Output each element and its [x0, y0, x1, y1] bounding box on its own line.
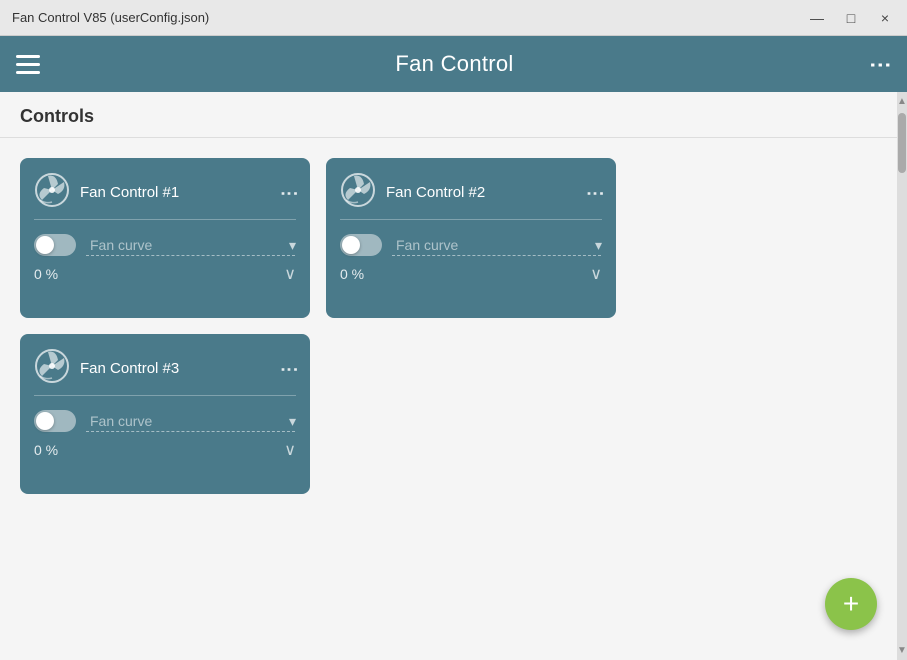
- app-header: Fan Control ⋮: [0, 36, 907, 92]
- expand-button-2[interactable]: ∨: [590, 264, 602, 284]
- card-title-3: Fan Control #3: [80, 360, 272, 377]
- card-menu-button-3[interactable]: ⋮: [282, 359, 296, 379]
- hamburger-line: [16, 63, 40, 66]
- fan-card-1: Fan Control #1 ⋮ Fan curve ▾ 0 % ∨: [20, 158, 310, 318]
- scroll-down-arrow[interactable]: ▼: [895, 643, 907, 658]
- toggle-thumb-3: [36, 412, 54, 430]
- card-control-row-3: Fan curve ▾: [34, 410, 296, 432]
- card-header-2: Fan Control #2 ⋮: [340, 172, 602, 220]
- toggle-thumb-1: [36, 236, 54, 254]
- fan-speed-icon-1: [34, 172, 70, 213]
- header-more-button[interactable]: ⋮: [869, 52, 891, 76]
- dropdown-arrow-2: ▾: [595, 237, 602, 254]
- content-wrapper: Controls Fan Control #1 ⋮ Fan curve ▾ 0 …: [0, 92, 907, 660]
- window-controls: — □ ×: [807, 10, 895, 26]
- minimize-button[interactable]: —: [807, 10, 827, 26]
- toggle-switch-3[interactable]: [34, 410, 76, 432]
- card-menu-button-1[interactable]: ⋮: [282, 183, 296, 203]
- maximize-button[interactable]: □: [841, 10, 861, 26]
- scroll-up-arrow[interactable]: ▲: [895, 94, 907, 109]
- cards-grid: Fan Control #1 ⋮ Fan curve ▾ 0 % ∨ Fan C…: [0, 148, 897, 504]
- window-title: Fan Control V85 (userConfig.json): [12, 10, 209, 25]
- scroll-area[interactable]: Controls Fan Control #1 ⋮ Fan curve ▾ 0 …: [0, 92, 897, 660]
- app-title: Fan Control: [395, 51, 513, 77]
- expand-button-3[interactable]: ∨: [284, 440, 296, 460]
- card-header-3: Fan Control #3 ⋮: [34, 348, 296, 396]
- section-title: Controls: [0, 92, 897, 138]
- fan-curve-select-2[interactable]: Fan curve: [392, 235, 601, 256]
- card-control-row-1: Fan curve ▾: [34, 234, 296, 256]
- scroll-thumb-area: [897, 109, 907, 643]
- percent-row-1: 0 % ∨: [34, 264, 296, 284]
- fan-speed-icon-3: [34, 348, 70, 389]
- fab-container: +: [825, 578, 877, 630]
- card-title-1: Fan Control #1: [80, 184, 272, 201]
- hamburger-line: [16, 55, 40, 58]
- card-menu-button-2[interactable]: ⋮: [588, 183, 602, 203]
- percent-value-1: 0 %: [34, 266, 58, 282]
- fan-card-3: Fan Control #3 ⋮ Fan curve ▾ 0 % ∨: [20, 334, 310, 494]
- fan-card-2: Fan Control #2 ⋮ Fan curve ▾ 0 % ∨: [326, 158, 616, 318]
- main-content: Controls Fan Control #1 ⋮ Fan curve ▾ 0 …: [0, 92, 907, 660]
- card-header-1: Fan Control #1 ⋮: [34, 172, 296, 220]
- fan-curve-select-3[interactable]: Fan curve: [86, 411, 295, 432]
- hamburger-line: [16, 71, 40, 74]
- fan-curve-select-1[interactable]: Fan curve: [86, 235, 295, 256]
- fan-speed-icon-2: [340, 172, 376, 213]
- toggle-switch-1[interactable]: [34, 234, 76, 256]
- title-bar: Fan Control V85 (userConfig.json) — □ ×: [0, 0, 907, 36]
- toggle-switch-2[interactable]: [340, 234, 382, 256]
- hamburger-menu-button[interactable]: [16, 55, 40, 74]
- percent-row-3: 0 % ∨: [34, 440, 296, 460]
- add-control-button[interactable]: +: [825, 578, 877, 630]
- expand-button-1[interactable]: ∨: [284, 264, 296, 284]
- card-title-2: Fan Control #2: [386, 184, 578, 201]
- dropdown-arrow-3: ▾: [289, 413, 296, 430]
- scrollbar[interactable]: ▲ ▼: [897, 92, 907, 660]
- close-button[interactable]: ×: [875, 10, 895, 26]
- toggle-thumb-2: [342, 236, 360, 254]
- dropdown-arrow-1: ▾: [289, 237, 296, 254]
- percent-row-2: 0 % ∨: [340, 264, 602, 284]
- percent-value-2: 0 %: [340, 266, 364, 282]
- percent-value-3: 0 %: [34, 442, 58, 458]
- scroll-thumb[interactable]: [898, 113, 906, 173]
- card-control-row-2: Fan curve ▾: [340, 234, 602, 256]
